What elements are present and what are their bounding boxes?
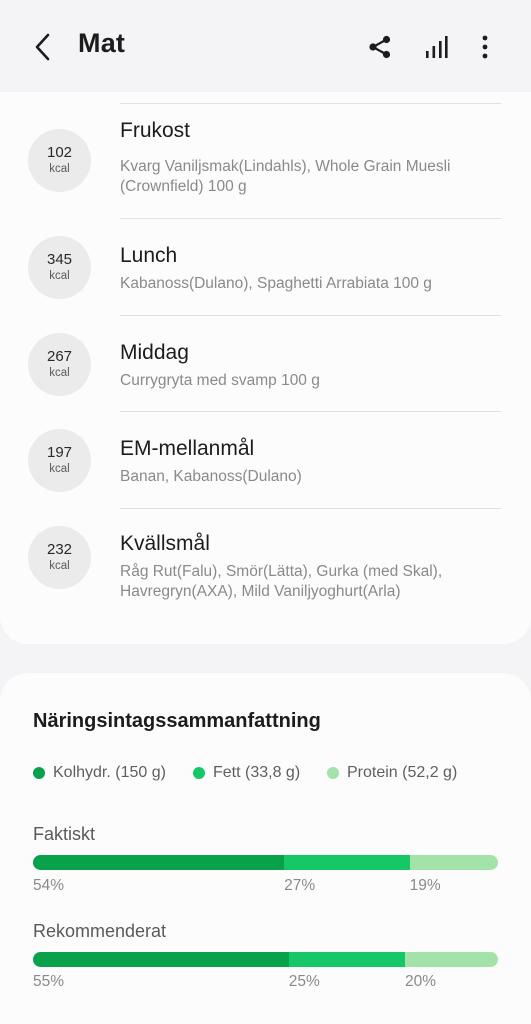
meal-description: Banan, Kabanoss(Dulano) — [120, 468, 302, 485]
kcal-badge: 232 kcal — [28, 526, 91, 589]
divider — [120, 103, 501, 104]
kcal-unit: kcal — [49, 560, 70, 572]
share-button[interactable] — [361, 28, 399, 66]
legend-dot — [193, 767, 205, 779]
kcal-value: 102 — [46, 144, 73, 161]
recommended-label: Rekommenderat — [33, 921, 167, 941]
back-button[interactable] — [26, 28, 60, 66]
kcal-value: 232 — [46, 541, 73, 558]
kcal-value: 345 — [46, 251, 73, 268]
protein-segment — [409, 855, 498, 870]
carbs-percent: 55% — [33, 973, 65, 990]
kcal-badge: 345 kcal — [28, 236, 91, 299]
kcal-unit: kcal — [49, 463, 70, 475]
legend-item-carbs: Kolhydr. (150 g) — [33, 764, 166, 782]
meal-description: Råg Rut(Falu), Smör(Lätta), Gurka (med S… — [120, 563, 443, 600]
back-icon — [35, 33, 50, 61]
kcal-badge: 102 kcal — [28, 129, 91, 192]
divider — [120, 218, 501, 219]
fat-segment — [288, 952, 405, 967]
divider — [120, 411, 501, 412]
legend-label: Protein (52,2 g) — [347, 764, 458, 781]
legend-item-fat: Fett (33,8 g) — [193, 764, 300, 782]
meal-description: Currygryta med svamp 100 g — [120, 372, 320, 389]
meal-item-lunch[interactable]: 345 kcal Lunch Kabanoss(Dulano), Spaghet… — [0, 234, 531, 314]
legend-dot — [327, 767, 339, 779]
meal-item-kvallsmal[interactable]: 232 kcal Kvällsmål Råg Rut(Falu), Smör(L… — [0, 524, 531, 624]
page-title: Mat — [78, 28, 126, 58]
meal-name: Middag — [120, 341, 189, 364]
actual-label: Faktiskt — [33, 824, 96, 844]
fat-percent: 27% — [284, 877, 316, 894]
fat-percent: 25% — [288, 973, 320, 990]
legend-label: Fett (33,8 g) — [213, 764, 301, 781]
kcal-unit: kcal — [49, 270, 70, 282]
actual-bar — [33, 855, 498, 870]
kcal-value: 197 — [46, 444, 73, 461]
more-options-button[interactable] — [466, 28, 504, 66]
fat-segment — [284, 855, 410, 870]
kcal-unit: kcal — [49, 367, 70, 379]
legend-item-protein: Protein (52,2 g) — [327, 764, 457, 782]
legend-label: Kolhydr. (150 g) — [53, 764, 166, 781]
protein-segment — [405, 952, 498, 967]
chart-button[interactable] — [417, 28, 455, 66]
app-header: Mat — [0, 0, 531, 92]
nutrition-title: Näringsintagssammanfattning — [33, 710, 321, 732]
kcal-badge: 267 kcal — [28, 333, 91, 396]
protein-percent: 19% — [409, 877, 441, 894]
meal-name: Lunch — [120, 244, 178, 267]
carbs-segment — [33, 952, 289, 967]
kcal-unit: kcal — [49, 163, 70, 175]
divider — [120, 508, 501, 509]
meal-name: Kvällsmål — [120, 532, 210, 555]
carbs-percent: 54% — [33, 877, 65, 894]
meal-name: Frukost — [120, 119, 191, 142]
meal-item-middag[interactable]: 267 kcal Middag Currygryta med svamp 100… — [0, 331, 531, 411]
meals-card: 102 kcal Frukost Kvarg Vaniljsmak(Lindah… — [0, 92, 531, 644]
carbs-segment — [33, 855, 285, 870]
meal-description: Kabanoss(Dulano), Spaghetti Arrabiata 10… — [120, 275, 432, 292]
chart-bars-icon — [426, 36, 448, 58]
nutrition-summary-card: Näringsintagssammanfattning Kolhydr. (15… — [0, 673, 531, 1024]
meal-item-em-mellanmal[interactable]: 197 kcal EM-mellanmål Banan, Kabanoss(Du… — [0, 427, 531, 507]
kcal-value: 267 — [46, 348, 73, 365]
more-vertical-icon — [482, 35, 488, 59]
kcal-badge: 197 kcal — [28, 429, 91, 492]
legend-dot — [33, 767, 45, 779]
recommended-bar — [33, 952, 498, 967]
meal-item-frukost[interactable]: 102 kcal Frukost Kvarg Vaniljsmak(Lindah… — [0, 119, 531, 219]
divider — [120, 315, 501, 316]
protein-percent: 20% — [405, 973, 437, 990]
share-icon — [369, 35, 391, 59]
meal-description: Kvarg Vaniljsmak(Lindahls), Whole Grain … — [120, 158, 451, 195]
meal-name: EM-mellanmål — [120, 437, 255, 460]
